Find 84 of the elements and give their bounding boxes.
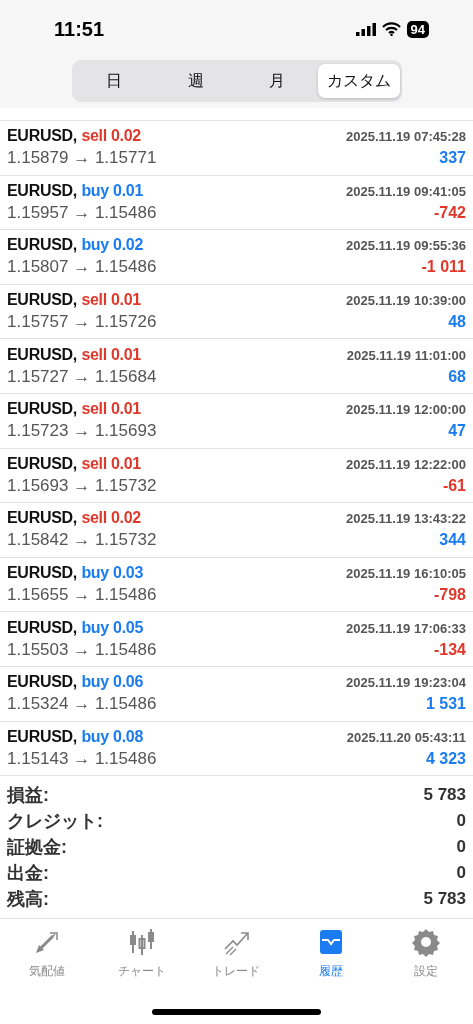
summary-value: 0	[456, 837, 466, 858]
deal-time: 2025.11.19 13:43:22	[346, 511, 466, 527]
deal-profit: 344	[439, 531, 466, 550]
summary-value: 0	[456, 863, 466, 884]
deal-time: 2025.11.19 07:45:28	[346, 129, 466, 145]
deal-profit: 4 323	[425, 749, 466, 768]
tab-bar-item[interactable]: 履歴	[283, 927, 379, 981]
deal-order: sell 0.02	[81, 509, 141, 527]
deal-profit: 68	[448, 367, 466, 386]
signal-icon	[355, 22, 376, 36]
deal-profit: 48	[448, 313, 466, 332]
status-time: 11:51	[54, 17, 105, 41]
deal-time: 2025.11.19 11:01:00	[346, 347, 466, 363]
deal-time: 2025.11.19 09:55:36	[346, 238, 466, 254]
deal-prices: 1.15757 → 1.15726	[7, 312, 157, 333]
deal-time: 2025.11.19 19:23:04	[346, 675, 466, 691]
deal-symbol: EURUSD,	[7, 618, 77, 636]
deal-profit: 337	[439, 149, 466, 168]
deal-prices: 1.15503 → 1.15486	[7, 639, 157, 660]
deal-prices: 1.15324 → 1.15486	[7, 694, 157, 715]
summary-value: 5 783	[423, 785, 466, 806]
deal-order: buy 0.06	[81, 673, 143, 691]
deal-symbol: EURUSD,	[7, 236, 77, 254]
deal-symbol: EURUSD,	[7, 509, 77, 527]
tab-bar-item[interactable]: トレード	[189, 927, 284, 981]
summary-value: 5 783	[423, 889, 466, 910]
deal-profit: -798	[433, 586, 466, 605]
deal-order: buy 0.01	[81, 181, 143, 199]
deal-order: sell 0.01	[81, 454, 141, 472]
deal-time: 2025.11.19 16:10:05	[346, 566, 466, 582]
wifi-icon	[381, 22, 401, 36]
deal-symbol: EURUSD,	[7, 181, 77, 199]
settings-icon	[410, 927, 441, 958]
deal-prices: 1.15807 → 1.15486	[7, 257, 157, 278]
deal-time: 2025.11.19 17:06:33	[346, 620, 466, 636]
period-segment[interactable]: 週	[155, 64, 237, 98]
deal-time: 2025.11.19 09:41:05	[346, 183, 466, 199]
deal-time: 2025.11.19 12:00:00	[346, 402, 466, 418]
tab-bar-item[interactable]: チャート	[94, 927, 190, 981]
deal-symbol: EURUSD,	[7, 400, 77, 418]
deal-order: buy 0.02	[81, 236, 143, 254]
summary-label: 証拠金:	[7, 836, 67, 860]
deal-prices: 1.15143 → 1.15486	[7, 748, 157, 769]
deal-symbol: EURUSD,	[7, 127, 77, 145]
period-segment[interactable]: 月	[236, 64, 318, 98]
deal-symbol: EURUSD,	[7, 727, 77, 745]
deal-time: 2025.11.19 12:22:00	[346, 456, 466, 472]
deal-profit: -1 011	[421, 258, 466, 277]
deal-profit: 1 531	[425, 695, 466, 714]
deal-order: buy 0.03	[81, 564, 143, 582]
deal-order: sell 0.01	[81, 291, 141, 309]
deal-order: sell 0.02	[81, 127, 141, 145]
summary-label: 損益:	[7, 784, 49, 808]
deal-time: 2025.11.19 10:39:00	[346, 293, 466, 309]
deal-order: sell 0.01	[81, 400, 141, 418]
deal-prices: 1.15957 → 1.15486	[7, 202, 157, 223]
tab-bar-item[interactable]: 設定	[378, 927, 473, 981]
period-segment[interactable]: 日	[73, 64, 155, 98]
deal-prices: 1.15723 → 1.15693	[7, 421, 157, 442]
deal-prices: 1.15655 → 1.15486	[7, 585, 157, 606]
deal-profit: -742	[433, 203, 466, 222]
battery-level: 94	[406, 20, 429, 38]
summary-label: 残高:	[7, 888, 49, 912]
deal-symbol: EURUSD,	[7, 345, 77, 363]
summary-label: クレジット:	[7, 810, 103, 834]
deal-profit: -134	[433, 640, 466, 659]
deal-prices: 1.15727 → 1.15684	[7, 366, 157, 387]
deal-symbol: EURUSD,	[7, 673, 77, 691]
deal-order: sell 0.01	[81, 345, 141, 363]
deal-symbol: EURUSD,	[7, 564, 77, 582]
tab-bar-item[interactable]: 気配値	[0, 927, 95, 981]
summary-label: 出金:	[7, 862, 49, 886]
period-segment[interactable]: カスタム	[318, 64, 400, 98]
summary-value: 0	[456, 811, 466, 832]
deal-symbol: EURUSD,	[7, 291, 77, 309]
deal-symbol: EURUSD,	[7, 454, 77, 472]
deal-order: buy 0.05	[81, 618, 143, 636]
deal-profit: 47	[448, 422, 466, 441]
deal-prices: 1.15879 → 1.15771	[7, 148, 157, 169]
deal-prices: 1.15842 → 1.15732	[7, 530, 157, 551]
deal-prices: 1.15693 → 1.15732	[7, 475, 157, 496]
deal-order: buy 0.08	[81, 727, 143, 745]
deal-time: 2025.11.20 05:43:11	[346, 729, 466, 745]
deal-profit: -61	[442, 476, 466, 495]
